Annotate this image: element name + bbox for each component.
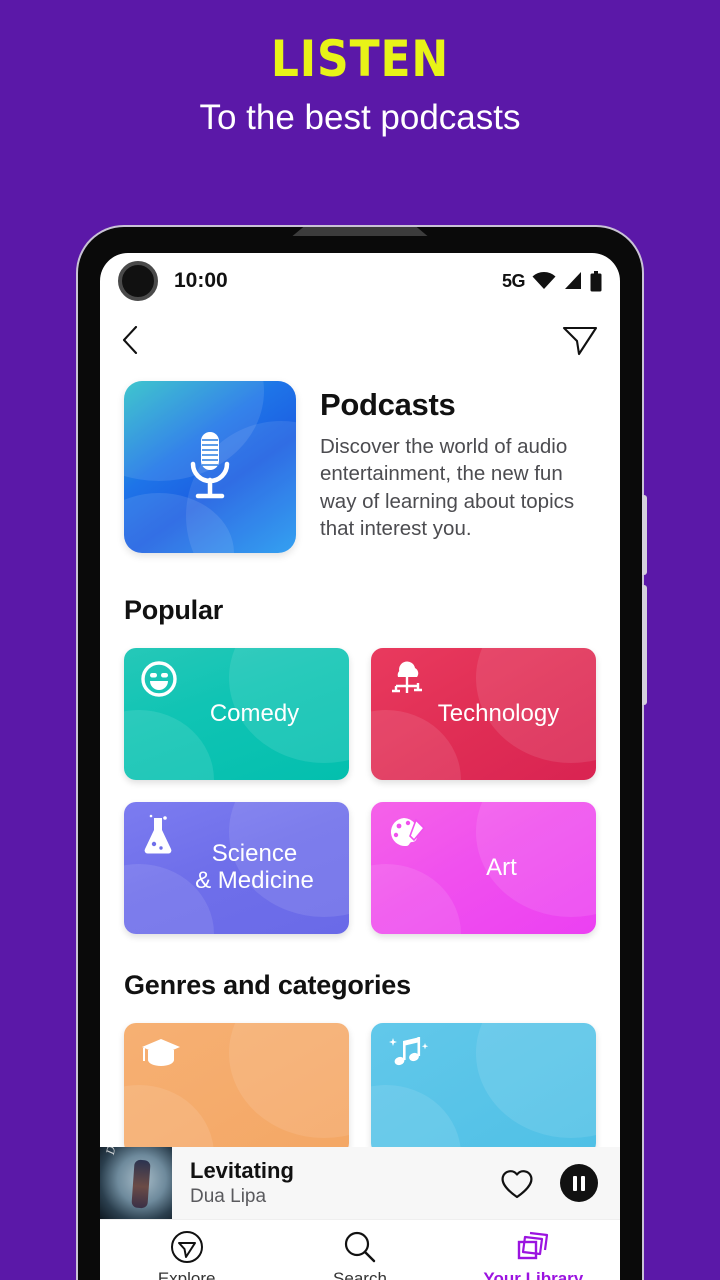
page-description: Discover the world of audio entertainmen…	[320, 435, 575, 541]
nav-label: Explore	[157, 1269, 216, 1280]
music-notes-icon	[389, 1037, 429, 1066]
track-artist: Dua Lipa	[190, 1186, 267, 1207]
phone-speaker-grille	[292, 227, 428, 236]
status-indicators: 5G	[501, 270, 602, 292]
phone-power-button[interactable]	[642, 585, 647, 705]
bottom-navigation: Explore Search Your Library	[100, 1219, 620, 1280]
wifi-icon	[532, 272, 556, 289]
album-signature: Dua Lipa	[104, 1147, 127, 1156]
category-label: Comedy	[209, 699, 300, 727]
genres-grid	[100, 1001, 620, 1155]
page-title: Podcasts	[320, 387, 456, 422]
front-camera-punchhole	[118, 261, 158, 301]
cloud-network-icon	[392, 661, 422, 693]
category-card-music[interactable]	[371, 1023, 596, 1155]
nav-label: Search	[333, 1269, 387, 1280]
network-type-label: 5G	[501, 270, 526, 291]
pause-button[interactable]	[560, 1164, 598, 1202]
track-title: Levitating	[190, 1158, 294, 1183]
section-title-genres: Genres and categories	[124, 970, 411, 1000]
nav-item-your-library[interactable]: Your Library	[447, 1230, 620, 1280]
now-playing-bar[interactable]: Dua Lipa Levitating Dua Lipa	[100, 1147, 620, 1219]
category-label: Science & Medicine	[195, 840, 314, 894]
page-content[interactable]: Podcasts Discover the world of audio ent…	[100, 371, 620, 1219]
category-card-education[interactable]	[124, 1023, 349, 1155]
battery-icon	[590, 270, 602, 291]
promo-title: LISTEN	[270, 30, 450, 88]
back-chevron-icon[interactable]	[122, 326, 138, 354]
compass-icon	[170, 1231, 203, 1263]
nav-label: Your Library	[483, 1269, 584, 1280]
nav-item-explore[interactable]: Explore	[100, 1230, 273, 1280]
microphone-icon	[190, 432, 230, 499]
graduation-cap-icon	[142, 1039, 180, 1066]
status-bar: 10:00 5G	[100, 253, 620, 309]
paint-palette-icon	[390, 818, 426, 847]
now-playing-meta: Levitating Dua Lipa	[190, 1158, 500, 1208]
podcasts-hero: Podcasts Discover the world of audio ent…	[100, 371, 620, 553]
now-playing-actions	[500, 1164, 620, 1202]
phone-volume-button[interactable]	[642, 495, 647, 575]
album-artwork: Dua Lipa	[100, 1147, 172, 1219]
promo-subtitle: To the best podcasts	[199, 98, 521, 137]
podcast-artwork	[124, 381, 296, 553]
category-card-technology[interactable]: Technology	[371, 648, 596, 780]
smiley-face-icon	[141, 661, 177, 697]
search-icon	[344, 1231, 376, 1263]
library-icon	[518, 1231, 549, 1260]
phone-mockup: 10:00 5G Podcasts Discover the world of …	[78, 227, 647, 1280]
category-label: Art	[486, 853, 517, 881]
phone-screen: 10:00 5G Podcasts Discover the world of …	[100, 253, 620, 1280]
app-top-bar	[100, 309, 620, 371]
status-clock: 10:00	[174, 269, 228, 292]
nav-item-search[interactable]: Search	[273, 1230, 446, 1280]
category-card-comedy[interactable]: Comedy	[124, 648, 349, 780]
category-card-science-medicine[interactable]: Science & Medicine	[124, 802, 349, 934]
category-card-art[interactable]: Art	[371, 802, 596, 934]
popular-grid: Comedy Technology Science & Medicine Art	[100, 626, 620, 934]
send-icon[interactable]	[562, 324, 598, 356]
cellular-signal-icon	[565, 272, 581, 289]
section-title-popular: Popular	[124, 595, 224, 625]
category-label: Technology	[437, 699, 560, 727]
promo-header: LISTEN To the best podcasts	[0, 0, 720, 138]
heart-icon[interactable]	[500, 1168, 534, 1199]
